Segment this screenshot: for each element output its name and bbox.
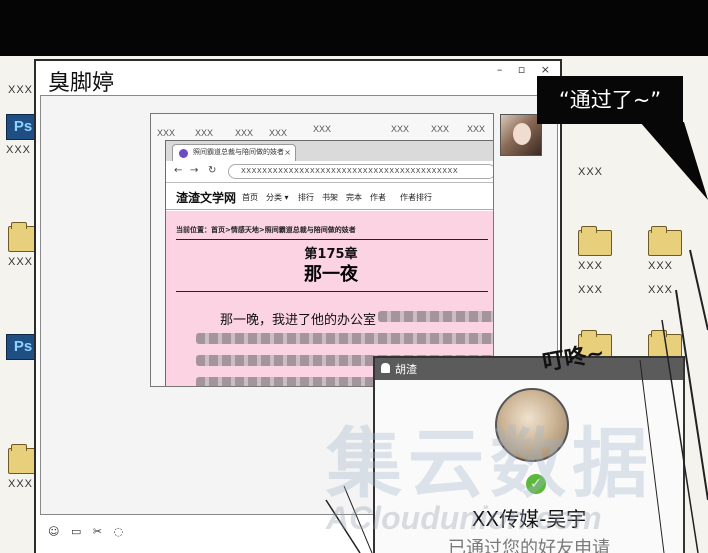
watermark-text: 集云数据 (326, 419, 654, 508)
watermark-url: ACloudunion.com (326, 500, 602, 536)
